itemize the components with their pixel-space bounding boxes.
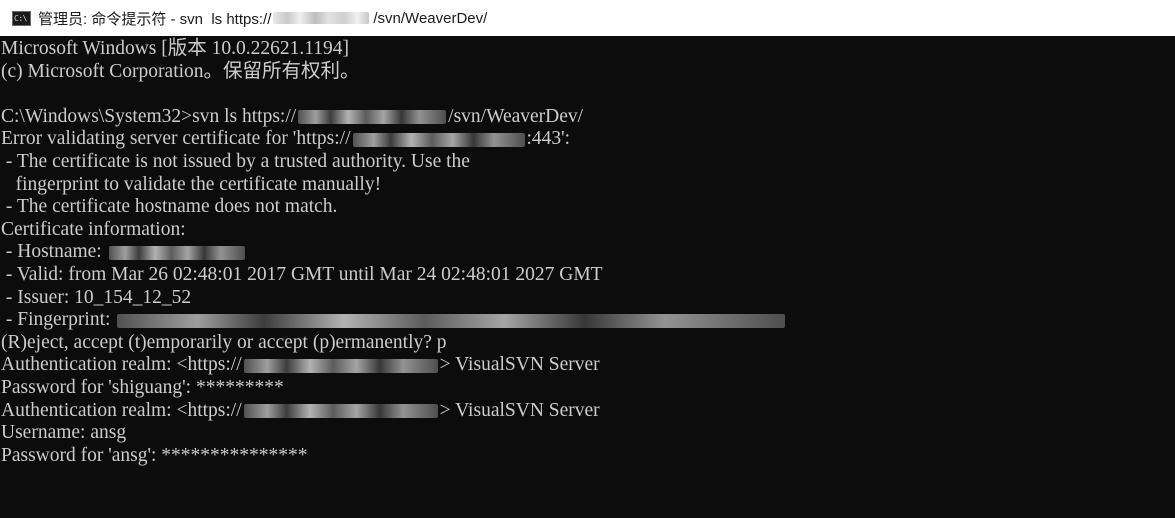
console-line: (R)eject, accept (t)emporarily or accept… [1, 331, 447, 353]
redacted-hostname [108, 245, 245, 260]
console-line: Authentication realm: <https:// > VisualS… [0, 354, 1175, 377]
cmd-prompt-icon[interactable]: C:\ [12, 10, 31, 26]
console-line: Password for 'shiguang': ********* [1, 376, 284, 398]
password-prompt: Password for 'ansg': *************** [1, 444, 308, 466]
window-title-suffix: /svn/WeaverDev/ [373, 9, 488, 27]
console-line: - The certificate hostname does not matc… [1, 196, 338, 218]
window-title: 管理员: 命令提示符 - svn ls https:// /svn/WeaverD… [38, 8, 487, 29]
redacted-realm-host [243, 358, 438, 373]
console-line: - Fingerprint: [0, 309, 1175, 332]
console-line: - Valid: from Mar 26 02:48:01 2017 GMT u… [1, 263, 603, 285]
command-prompt-window: C:\ 管理员: 命令提示符 - svn ls https:// /svn/Wea… [0, 0, 1175, 518]
console-line: - The certificate is not issued by a tru… [1, 150, 470, 172]
console-line: Error validating server certificate for … [0, 128, 1175, 151]
console-line: Certificate information: [1, 218, 186, 240]
redacted-host [298, 110, 447, 125]
fingerprint-label: - Fingerprint: [1, 309, 116, 331]
console-line: (c) Microsoft Corporation。保留所有权利。 [1, 60, 360, 82]
command-prompt-text: C:\Windows\System32>svn ls https:// [1, 105, 297, 127]
console-line: - Hostname: [0, 241, 1175, 264]
realm-suffix: > VisualSVN Server [439, 354, 600, 376]
console-line: Authentication realm: <https:// > VisualS… [0, 400, 1175, 423]
console-line: Microsoft Windows [版本 10.0.22621.1194] [1, 38, 350, 59]
console-line: Username: ansg [1, 422, 127, 444]
realm-label: Authentication realm: <https:// [1, 399, 242, 421]
error-port-text: :443': [526, 128, 571, 150]
hostname-label: - Hostname: [1, 241, 107, 263]
console-output[interactable]: Microsoft Windows [版本 10.0.22621.1194] (… [0, 38, 1175, 518]
redacted-host-title [273, 12, 370, 24]
console-line: fingerprint to validate the certificate … [1, 173, 382, 195]
command-path-text: /svn/WeaverDev/ [448, 105, 584, 127]
window-title-prefix: 管理员: 命令提示符 - svn ls https:// [38, 10, 272, 28]
console-input-line[interactable]: Password for 'ansg': *************** [0, 445, 1175, 468]
realm-label: Authentication realm: <https:// [1, 354, 242, 376]
error-text: Error validating server certificate for … [1, 128, 351, 150]
console-line-empty [0, 83, 1175, 106]
redacted-host [352, 132, 525, 147]
console-line: C:\Windows\System32>svn ls https:// /svn/… [0, 106, 1175, 129]
realm-suffix: > VisualSVN Server [439, 399, 600, 421]
redacted-fingerprint [117, 313, 786, 328]
console-line: - Issuer: 10_154_12_52 [1, 286, 192, 308]
redacted-realm-host [243, 404, 438, 419]
title-bar[interactable]: C:\ 管理员: 命令提示符 - svn ls https:// /svn/Wea… [0, 0, 1175, 36]
